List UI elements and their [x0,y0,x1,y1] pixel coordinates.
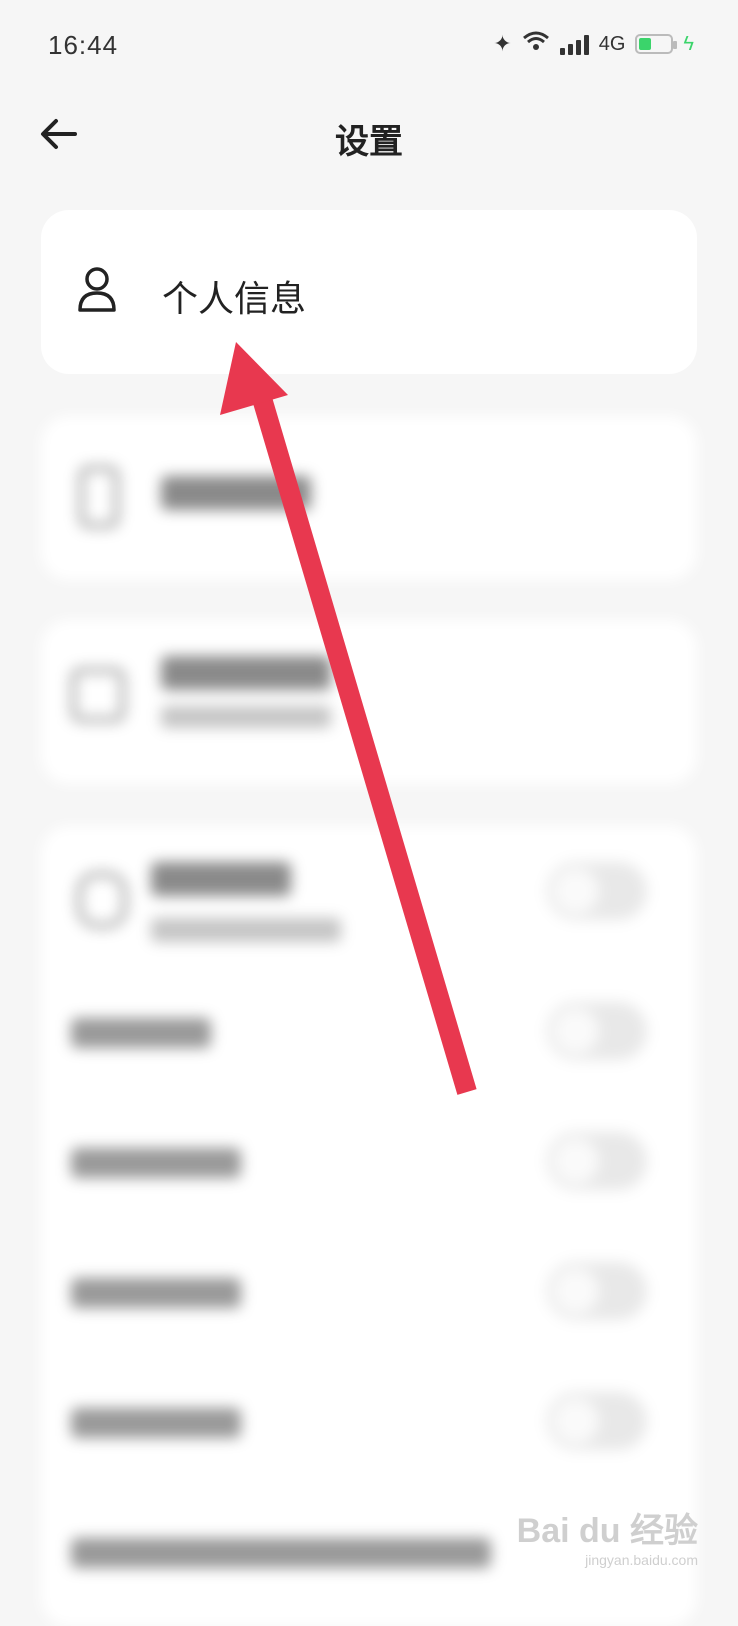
watermark-url: jingyan.baidu.com [585,1552,698,1568]
wifi-icon [522,30,550,58]
toggle-switch [547,1392,647,1450]
person-icon [77,266,117,316]
blurred-text [161,656,331,690]
status-time: 16:44 [48,30,119,60]
blurred-text [71,1278,241,1308]
personal-info-label: 个人信息 [162,279,307,320]
blurred-text [161,476,311,510]
toggle-switch [547,1262,647,1320]
blurred-text [151,862,291,896]
personal-info-item[interactable]: 个人信息 [41,210,697,374]
blurred-text [71,1538,491,1568]
blurred-text [71,1408,241,1438]
network-type: 4G [598,32,626,55]
blurred-subtext [151,918,341,942]
status-bar: 16:44 ✦ 4G ϟ [0,0,738,90]
charging-icon: ϟ [683,32,694,55]
blurred-text [71,1018,211,1048]
toggle-switch [547,1132,647,1190]
battery-icon [635,34,678,54]
blurred-text [71,1148,241,1178]
status-icons: ✦ 4G ϟ [493,30,694,58]
notification-icon: ✦ [493,31,512,56]
toggle-switch [547,1002,647,1060]
baidu-watermark: Bai du 经验 jingyan.baidu.com [517,1503,698,1568]
grid-icon [71,668,125,722]
phone-icon [79,466,119,528]
blurred-settings-card [41,620,697,784]
toggle-switch [547,862,647,920]
app-header: 设置 [0,90,738,190]
page-title: 设置 [335,122,403,162]
shield-icon [77,872,127,928]
signal-icon [559,33,589,55]
watermark-text: Bai du 经验 [516,1512,698,1550]
blurred-subtext [161,706,331,728]
blurred-settings-card [41,416,697,580]
